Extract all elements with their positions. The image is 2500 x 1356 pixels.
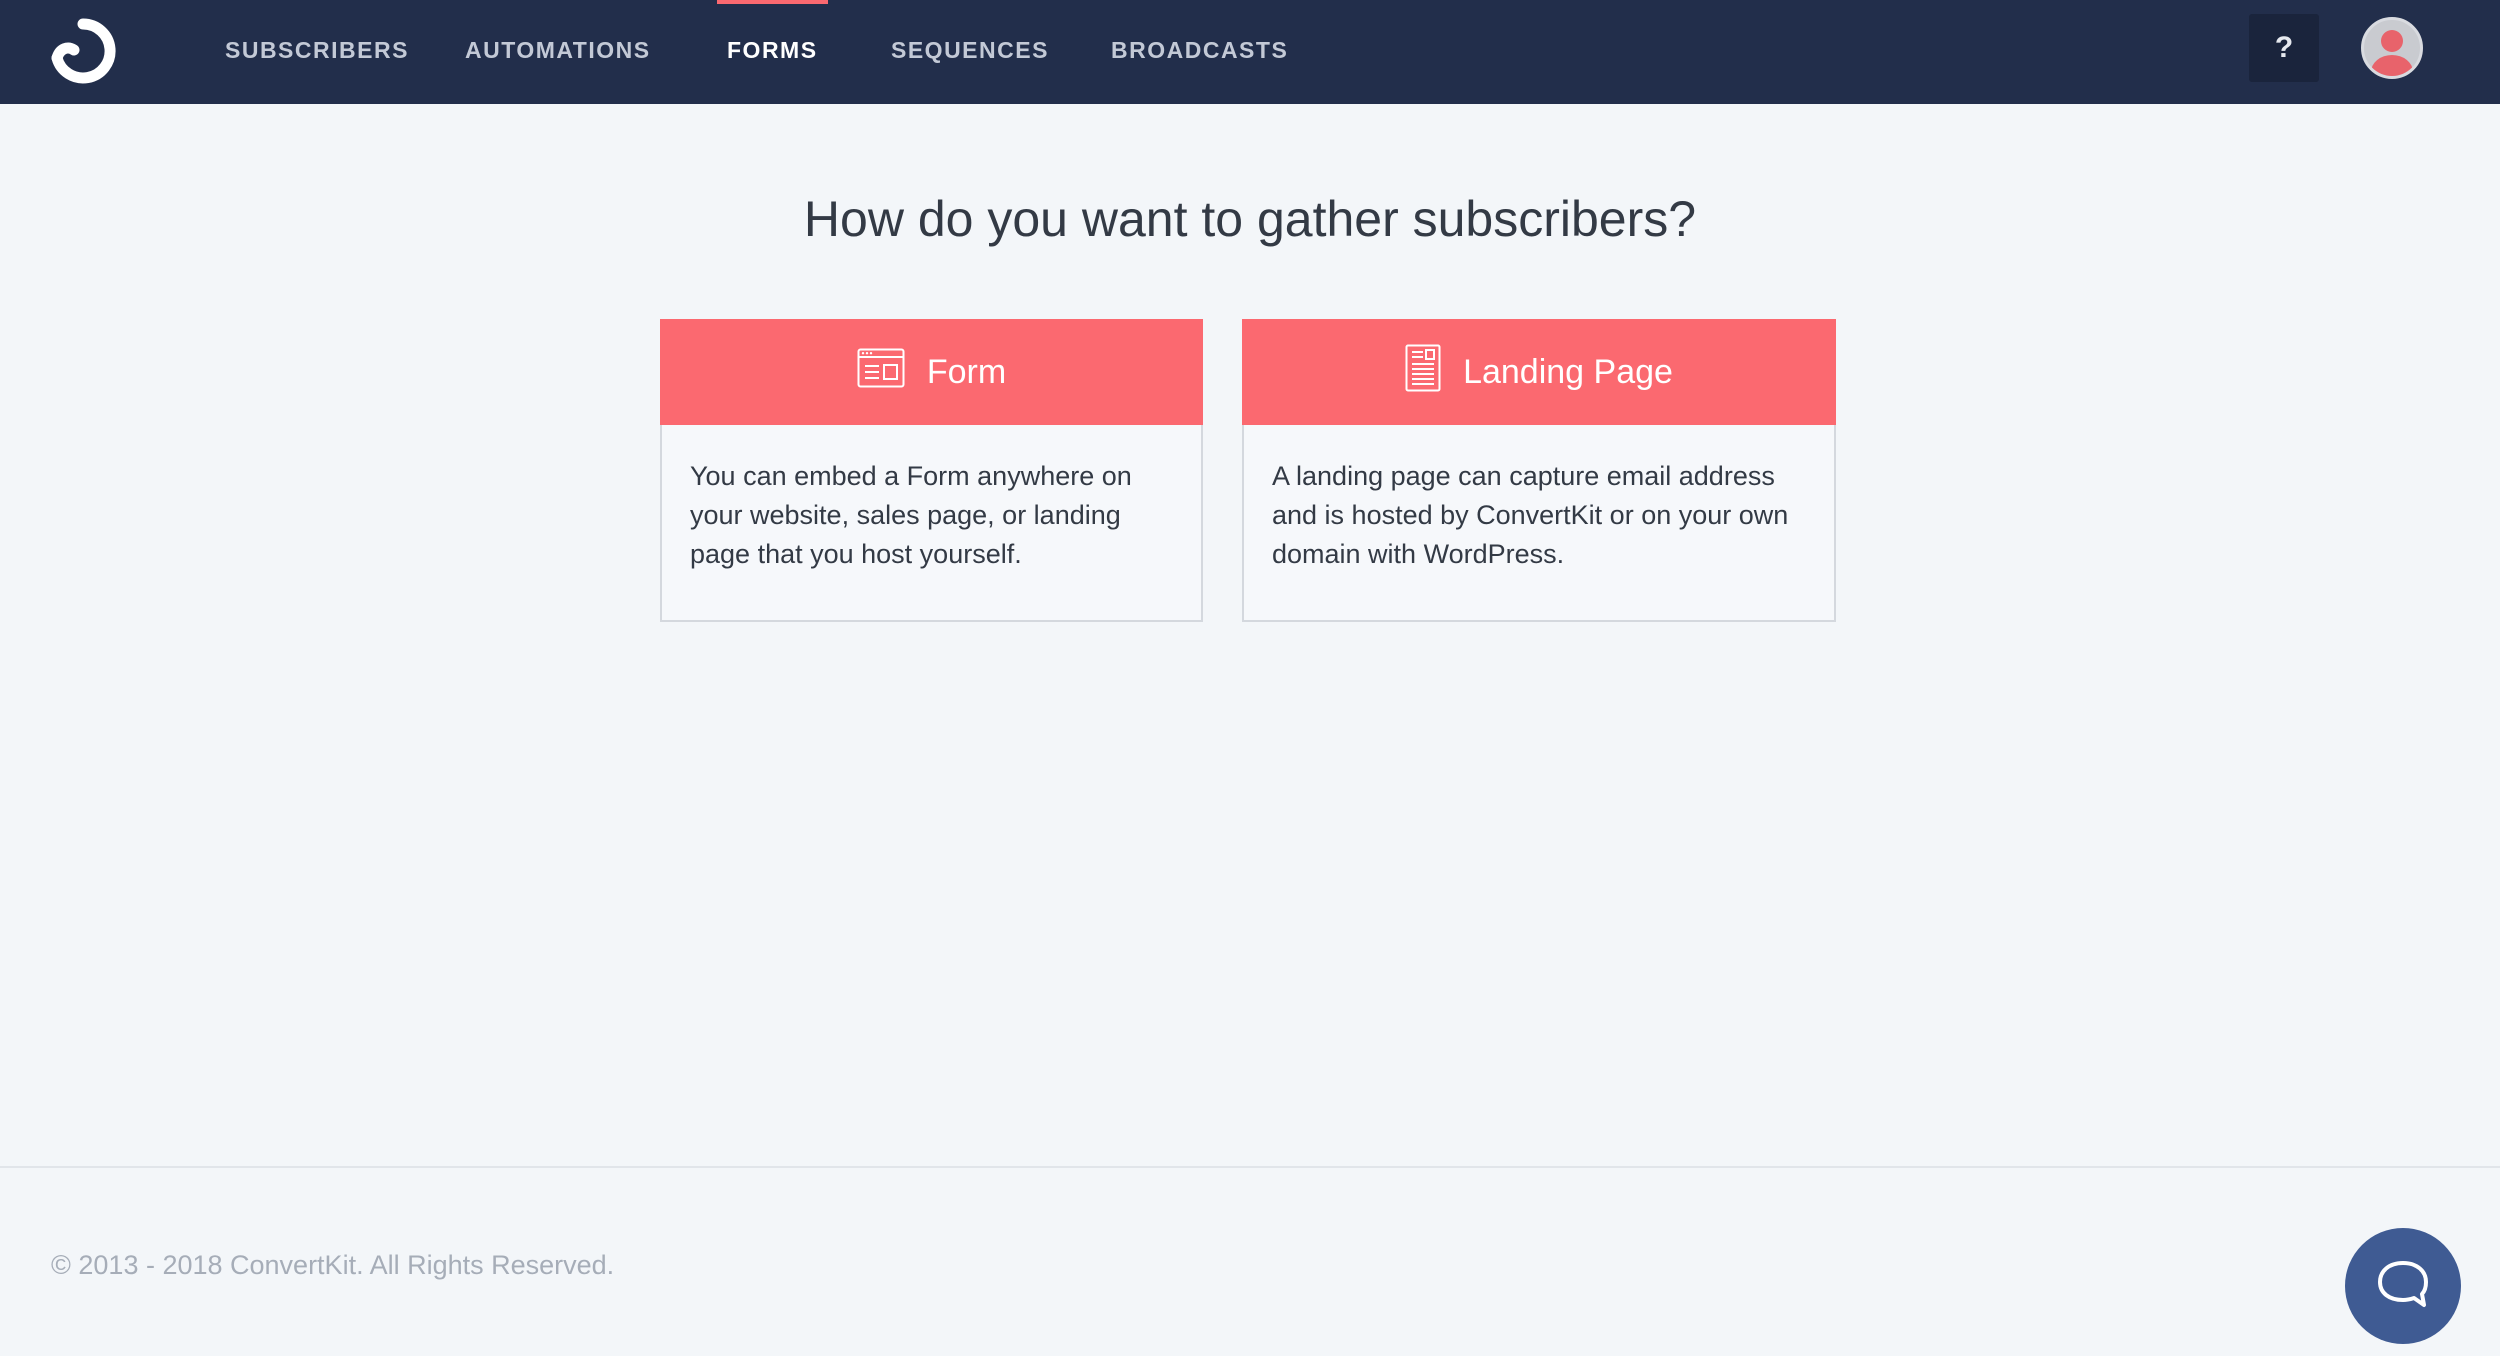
chat-bubble-icon [2376,1259,2430,1314]
form-card-title: Form [926,352,1007,391]
top-navigation-bar: SUBSCRIBERS AUTOMATIONS FORMS SEQUENCES … [0,0,2500,104]
footer-divider [0,1166,2500,1168]
landing-page-option-card[interactable]: Landing Page A landing page can capture … [1242,319,1836,622]
page-title: How do you want to gather subscribers? [803,191,1697,247]
nav-item-broadcasts[interactable]: BROADCASTS [1111,0,1288,104]
form-card-description: You can embed a Form anywhere on your we… [690,461,1132,569]
user-avatar-icon[interactable] [2361,17,2423,79]
nav-item-automations[interactable]: AUTOMATIONS [465,0,651,104]
landing-page-card-description: A landing page can capture email address… [1272,461,1789,569]
nav-item-forms[interactable]: FORMS [717,0,828,104]
chat-button[interactable] [2345,1228,2461,1344]
footer-copyright: © 2013 - 2018 ConvertKit. All Rights Res… [51,1250,615,1280]
form-icon [857,348,927,397]
form-option-card[interactable]: Form You can embed a Form anywhere on yo… [660,319,1203,622]
nav-item-subscribers[interactable]: SUBSCRIBERS [225,0,409,104]
convertkit-logo-icon[interactable] [48,18,118,84]
help-button[interactable]: ? [2249,14,2319,82]
nav-item-sequences[interactable]: SEQUENCES [891,0,1049,104]
landing-page-card-header[interactable]: Landing Page [1242,319,1836,425]
landing-page-icon [1405,344,1463,401]
landing-page-card-title: Landing Page [1463,352,1673,391]
form-card-header[interactable]: Form [660,319,1203,425]
